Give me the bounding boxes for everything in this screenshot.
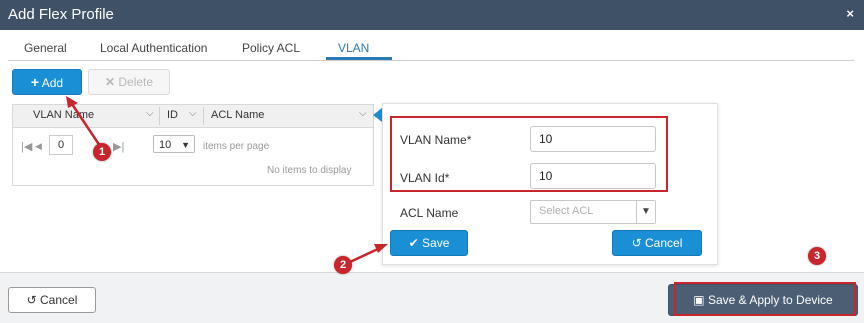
step-marker-3: 3	[808, 247, 826, 265]
arrow-to-save	[349, 246, 381, 264]
step-marker-1: 1	[93, 143, 111, 161]
annotation-arrows	[66, 96, 388, 264]
arrow-to-add	[70, 103, 102, 147]
arrowhead	[374, 244, 388, 253]
step-marker-2: 2	[334, 256, 352, 274]
